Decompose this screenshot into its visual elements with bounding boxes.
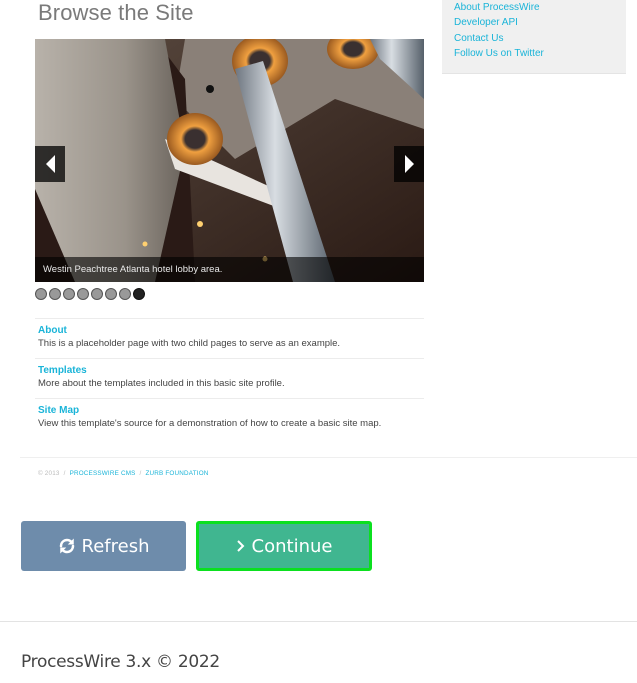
sidebar-links-panel: About ProcessWire Developer API Contact …	[442, 0, 626, 74]
refresh-label: Refresh	[81, 535, 150, 557]
embedded-footer-links: © 2013/PROCESSWIRE CMS / ZURB FOUNDATION	[38, 470, 209, 477]
nav-item-title[interactable]: Site Map	[38, 404, 421, 417]
continue-label: Continue	[251, 535, 333, 557]
slider-bullet-3[interactable]	[63, 288, 75, 300]
nav-item-title[interactable]: About	[38, 324, 421, 337]
slider-bullet-5[interactable]	[91, 288, 103, 300]
nav-item-description: View this template's source for a demons…	[38, 418, 382, 429]
sidebar-link-contact-us[interactable]: Contact Us	[454, 31, 626, 46]
embedded-copyright: © 2013	[38, 470, 60, 477]
sidebar-link-about-processwire[interactable]: About ProcessWire	[454, 0, 626, 15]
footer-link-processwire-cms[interactable]: PROCESSWIRE CMS	[70, 470, 136, 477]
triangle-right-icon	[404, 155, 414, 173]
refresh-button[interactable]: Refresh	[21, 521, 186, 571]
footer-copyright: ProcessWire 3.x © 2022	[21, 652, 220, 672]
nav-item-about: About This is a placeholder page with tw…	[35, 318, 424, 358]
slider-bullet-1[interactable]	[35, 288, 47, 300]
slider-bullet-2[interactable]	[49, 288, 61, 300]
triangle-left-icon	[45, 155, 55, 173]
slider-prev-button[interactable]	[35, 146, 65, 182]
nav-item-title[interactable]: Templates	[38, 364, 421, 377]
site-preview-screenshot: Browse the Site About ProcessWire Develo…	[0, 0, 637, 500]
chevron-right-icon	[236, 539, 246, 553]
footer-link-zurb-foundation[interactable]: ZURB FOUNDATION	[146, 470, 209, 477]
slider-bullet-8[interactable]	[133, 288, 145, 300]
slide-caption: Westin Peachtree Atlanta hotel lobby are…	[35, 257, 424, 282]
sidebar-link-follow-twitter[interactable]: Follow Us on Twitter	[454, 46, 626, 61]
slider-bullets	[35, 288, 145, 300]
separator: /	[139, 470, 142, 477]
slider-bullet-7[interactable]	[119, 288, 131, 300]
refresh-icon	[58, 537, 76, 555]
page-nav-list: About This is a placeholder page with tw…	[35, 318, 424, 438]
nav-item-description: More about the templates included in thi…	[38, 378, 285, 389]
sidebar-link-developer-api[interactable]: Developer API	[454, 15, 626, 30]
page-title: Browse the Site	[38, 0, 194, 25]
slide-image-hotel-lobby	[35, 39, 424, 282]
nav-item-templates: Templates More about the templates inclu…	[35, 358, 424, 398]
image-slider: Westin Peachtree Atlanta hotel lobby are…	[35, 39, 424, 282]
continue-button[interactable]: Continue	[196, 521, 372, 571]
slider-bullet-4[interactable]	[77, 288, 89, 300]
nav-item-description: This is a placeholder page with two chil…	[38, 338, 341, 349]
embedded-footer-divider	[20, 457, 637, 458]
footer-divider	[0, 621, 637, 622]
slider-next-button[interactable]	[394, 146, 424, 182]
nav-item-site-map: Site Map View this template's source for…	[35, 398, 424, 438]
separator: /	[63, 470, 66, 477]
slider-bullet-6[interactable]	[105, 288, 117, 300]
